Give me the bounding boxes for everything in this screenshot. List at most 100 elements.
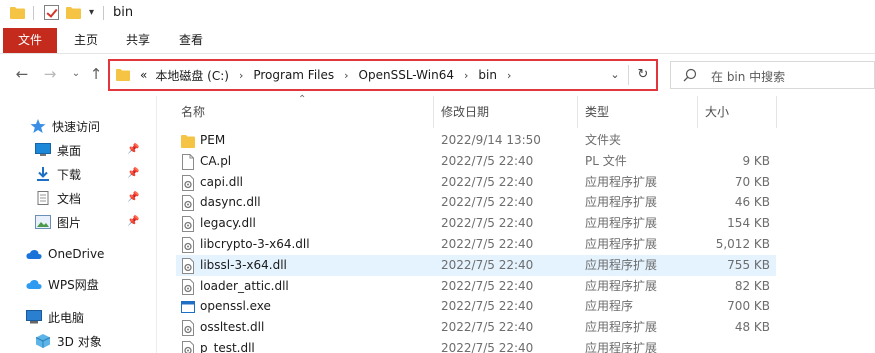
pin-icon[interactable]: 📌 [127, 192, 139, 204]
sidebar-item-desktop[interactable]: 桌面 [35, 139, 81, 161]
file-row[interactable]: p_test.dll 2022/7/5 22:40 应用程序扩展 [176, 338, 776, 353]
column-header-size[interactable]: 大小 [705, 96, 729, 128]
tab-home[interactable]: 主页 [66, 28, 106, 53]
file-row[interactable]: libcrypto-3-x64.dll 2022/7/5 22:40 应用程序扩展 5… [176, 234, 776, 255]
sidebar-item-downloads[interactable]: 下载 [35, 163, 81, 185]
sidebar-scrollbar[interactable] [143, 96, 157, 353]
file-size: 755 KB [727, 258, 770, 272]
sidebar-item-label: WPS网盘 [48, 277, 99, 292]
file-type: 应用程序扩展 [585, 237, 658, 251]
sidebar-item-label: 此电脑 [48, 310, 85, 325]
refresh-icon[interactable]: ↻ [632, 61, 654, 89]
dll-icon [182, 320, 194, 336]
file-size: 48 KB [734, 320, 770, 334]
sidebar-item-pictures[interactable]: 图片 [35, 211, 81, 233]
pin-icon[interactable]: 📌 [127, 144, 139, 156]
tab-file[interactable]: 文件 [3, 28, 57, 53]
file-row[interactable]: CA.pl 2022/7/5 22:40 PL 文件 9 KB [176, 151, 776, 172]
title-separator [103, 6, 104, 20]
breadcrumb-openssl[interactable]: OpenSSL-Win64 [355, 68, 458, 82]
file-name: ossltest.dll [200, 320, 265, 334]
file-row[interactable]: ossltest.dll 2022/7/5 22:40 应用程序扩展 48 KB [176, 317, 776, 338]
address-separator [628, 65, 629, 85]
file-name: loader_attic.dll [200, 279, 289, 293]
forward-arrow-icon[interactable]: → [40, 64, 60, 84]
folder-icon [10, 7, 25, 19]
properties-check-icon[interactable] [44, 5, 59, 20]
file-row[interactable]: capi.dll 2022/7/5 22:40 应用程序扩展 70 KB [176, 172, 776, 193]
file-type: 应用程序扩展 [585, 195, 658, 209]
file-type: 应用程序扩展 [585, 258, 658, 272]
sidebar-item-3d-objects[interactable]: 3D 对象 [35, 330, 102, 352]
cloud-icon [26, 249, 42, 259]
file-date: 2022/7/5 22:40 [441, 320, 534, 334]
sidebar-item-wps-cloud[interactable]: WPS网盘 [26, 273, 99, 295]
dll-icon [182, 341, 194, 353]
tab-view[interactable]: 查看 [171, 28, 211, 53]
folder-icon [181, 135, 195, 148]
breadcrumb-drive[interactable]: 本地磁盘 (C:) [151, 67, 233, 84]
address-history-chevron-icon[interactable]: ⌄ [604, 61, 626, 89]
file-row[interactable]: loader_attic.dll 2022/7/5 22:40 应用程序扩展 82 K… [176, 276, 776, 297]
new-folder-icon[interactable] [66, 6, 81, 19]
exe-icon [181, 301, 195, 313]
file-row[interactable]: openssl.exe 2022/7/5 22:40 应用程序 700 KB [176, 296, 776, 317]
file-name: dasync.dll [200, 195, 261, 209]
sidebar-item-onedrive[interactable]: OneDrive [26, 243, 104, 265]
chevron-right-icon[interactable]: › [233, 69, 249, 82]
download-icon [37, 167, 49, 181]
sidebar-item-this-pc[interactable]: 此电脑 [26, 306, 84, 328]
up-arrow-icon[interactable]: ↑ [86, 64, 106, 84]
cube-icon [35, 334, 51, 348]
recent-locations-chevron-icon[interactable]: ⌄ [66, 64, 86, 84]
column-header-date[interactable]: 修改日期 [441, 96, 489, 128]
file-name: p_test.dll [200, 341, 255, 353]
sidebar-item-quick-access[interactable]: 快速访问 [30, 115, 100, 137]
ribbon-divider [0, 53, 875, 54]
address-bar[interactable]: « 本地磁盘 (C:) › Program Files › OpenSSL-Wi… [108, 59, 658, 91]
pin-icon[interactable]: 📌 [127, 168, 139, 180]
pin-icon[interactable]: 📌 [127, 216, 139, 228]
sidebar-item-label: 桌面 [57, 143, 82, 158]
file-type: 应用程序扩展 [585, 279, 658, 293]
file-date: 2022/7/5 22:40 [441, 195, 534, 209]
dll-icon [182, 216, 194, 232]
breadcrumb-overflow[interactable]: « [136, 68, 151, 82]
back-arrow-icon[interactable]: ← [12, 64, 32, 84]
file-icon [182, 154, 194, 170]
computer-icon [26, 310, 42, 324]
sidebar-item-documents[interactable]: 文档 [35, 187, 81, 209]
breadcrumb-program-files[interactable]: Program Files [249, 68, 338, 82]
file-name: openssl.exe [200, 299, 271, 313]
file-size: 700 KB [727, 299, 770, 313]
breadcrumb-bin[interactable]: bin [474, 68, 501, 82]
file-row[interactable]: legacy.dll 2022/7/5 22:40 应用程序扩展 154 KB [176, 213, 776, 234]
column-header-name[interactable]: 名称 [181, 96, 205, 128]
file-row[interactable]: dasync.dll 2022/7/5 22:40 应用程序扩展 46 KB [176, 192, 776, 213]
quick-access-dropdown-icon[interactable]: ▾ [89, 7, 94, 18]
column-separator[interactable] [577, 96, 578, 128]
file-date: 2022/7/5 22:40 [441, 175, 534, 189]
tab-share[interactable]: 共享 [118, 28, 158, 53]
chevron-right-icon[interactable]: › [458, 69, 474, 82]
file-size: 82 KB [734, 279, 770, 293]
sidebar-item-label: 图片 [57, 215, 82, 230]
file-type: 应用程序扩展 [585, 341, 658, 353]
file-date: 2022/7/5 22:40 [441, 341, 534, 353]
file-row[interactable]: libssl-3-x64.dll 2022/7/5 22:40 应用程序扩展 755 … [176, 255, 776, 276]
search-placeholder: 在 bin 中搜索 [711, 70, 786, 84]
column-separator[interactable] [433, 96, 434, 128]
sidebar-item-label: 文档 [57, 191, 82, 206]
file-size: 70 KB [734, 175, 770, 189]
column-separator[interactable] [776, 96, 777, 128]
file-name: libcrypto-3-x64.dll [200, 237, 310, 251]
column-header-type[interactable]: 类型 [585, 96, 609, 128]
dll-icon [182, 175, 194, 191]
chevron-right-icon[interactable]: › [501, 69, 517, 82]
search-box[interactable]: 在 bin 中搜索 [670, 61, 875, 89]
chevron-right-icon[interactable]: › [338, 69, 354, 82]
file-row[interactable]: PEM 2022/9/14 13:50 文件夹 [176, 130, 776, 151]
sidebar-item-label: 3D 对象 [57, 334, 102, 349]
file-type: 应用程序扩展 [585, 175, 658, 189]
column-separator[interactable] [697, 96, 698, 128]
